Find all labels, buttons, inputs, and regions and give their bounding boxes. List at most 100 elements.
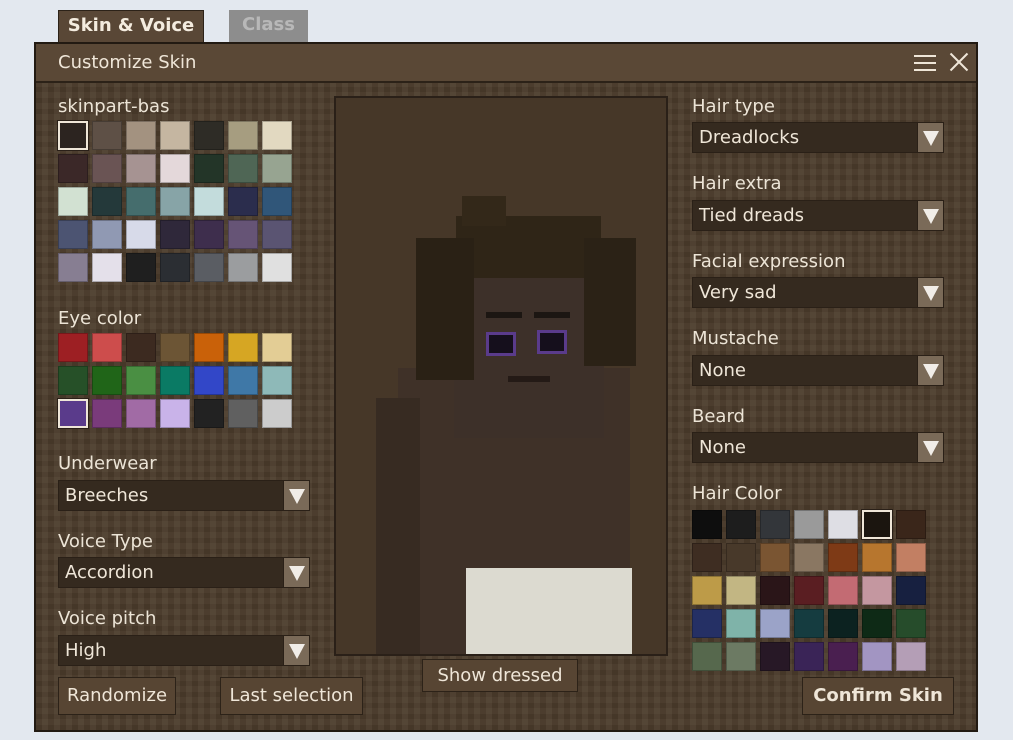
- hair-color-swatch[interactable]: [692, 576, 722, 605]
- eye-color-swatch[interactable]: [228, 399, 258, 428]
- hair-color-swatch[interactable]: [726, 642, 756, 671]
- skin-color-swatch[interactable]: [228, 220, 258, 249]
- eye-color-swatch[interactable]: [126, 333, 156, 362]
- confirm-skin-button[interactable]: Confirm Skin: [802, 677, 954, 715]
- hair-color-swatch[interactable]: [726, 576, 756, 605]
- eye-color-swatch[interactable]: [92, 333, 122, 362]
- beard-dropdown[interactable]: None: [692, 432, 944, 463]
- skin-color-swatch[interactable]: [126, 220, 156, 249]
- hair-color-swatch[interactable]: [828, 543, 858, 572]
- voice-type-dropdown[interactable]: Accordion: [58, 557, 310, 588]
- eye-color-swatch[interactable]: [228, 366, 258, 395]
- chevron-down-icon[interactable]: [917, 278, 943, 307]
- skin-color-swatch[interactable]: [228, 187, 258, 216]
- hair-color-swatch[interactable]: [760, 510, 790, 539]
- skin-color-swatch[interactable]: [262, 220, 292, 249]
- hair-color-swatch[interactable]: [828, 510, 858, 539]
- skin-color-swatch[interactable]: [160, 253, 190, 282]
- hair-color-swatch[interactable]: [828, 609, 858, 638]
- skin-color-swatch[interactable]: [262, 154, 292, 183]
- hair-color-swatch[interactable]: [896, 609, 926, 638]
- hair-color-swatch[interactable]: [794, 642, 824, 671]
- chevron-down-icon[interactable]: [283, 481, 309, 510]
- hair-type-dropdown[interactable]: Dreadlocks: [692, 122, 944, 153]
- eye-color-swatch[interactable]: [228, 333, 258, 362]
- hair-color-swatch[interactable]: [828, 642, 858, 671]
- hair-color-swatch[interactable]: [760, 576, 790, 605]
- hair-color-swatch[interactable]: [896, 576, 926, 605]
- chevron-down-icon[interactable]: [917, 356, 943, 385]
- skin-color-swatch[interactable]: [228, 253, 258, 282]
- skin-color-swatch[interactable]: [228, 121, 258, 150]
- hair-color-swatch[interactable]: [692, 642, 722, 671]
- last-selection-button[interactable]: Last selection: [220, 677, 363, 715]
- skin-color-swatch[interactable]: [58, 187, 88, 216]
- skin-color-swatch[interactable]: [58, 154, 88, 183]
- hair-color-swatch[interactable]: [726, 510, 756, 539]
- eye-color-swatch[interactable]: [194, 366, 224, 395]
- skin-color-swatch[interactable]: [92, 154, 122, 183]
- skin-color-swatch[interactable]: [58, 253, 88, 282]
- skin-color-swatch[interactable]: [126, 121, 156, 150]
- skin-color-swatch[interactable]: [194, 187, 224, 216]
- eye-color-swatch[interactable]: [57, 398, 89, 429]
- hair-extra-dropdown[interactable]: Tied dreads: [692, 200, 944, 231]
- hair-color-swatch[interactable]: [760, 642, 790, 671]
- skin-color-swatch[interactable]: [194, 154, 224, 183]
- eye-color-swatch[interactable]: [194, 333, 224, 362]
- hamburger-menu-icon[interactable]: [914, 52, 936, 72]
- skin-color-swatch[interactable]: [92, 220, 122, 249]
- chevron-down-icon[interactable]: [917, 123, 943, 152]
- hair-color-swatch[interactable]: [896, 510, 926, 539]
- tab-skin-and-voice[interactable]: Skin & Voice: [58, 10, 204, 42]
- eye-color-swatch[interactable]: [126, 366, 156, 395]
- hair-color-swatch[interactable]: [828, 576, 858, 605]
- show-dressed-button[interactable]: Show dressed: [422, 659, 578, 692]
- randomize-button[interactable]: Randomize: [58, 677, 176, 715]
- skin-color-swatch[interactable]: [262, 253, 292, 282]
- hair-color-swatch[interactable]: [760, 609, 790, 638]
- eye-color-swatch[interactable]: [92, 399, 122, 428]
- hair-color-swatch[interactable]: [726, 609, 756, 638]
- hair-color-swatch[interactable]: [794, 510, 824, 539]
- eye-color-swatch[interactable]: [262, 333, 292, 362]
- hair-color-swatch[interactable]: [692, 543, 722, 572]
- eye-color-swatch[interactable]: [92, 366, 122, 395]
- hair-color-swatch[interactable]: [794, 543, 824, 572]
- skin-color-swatch[interactable]: [160, 220, 190, 249]
- hair-color-swatch[interactable]: [896, 642, 926, 671]
- close-icon[interactable]: [946, 49, 972, 75]
- facial-expression-dropdown[interactable]: Very sad: [692, 277, 944, 308]
- hair-color-swatch[interactable]: [692, 609, 722, 638]
- hair-color-swatch[interactable]: [896, 543, 926, 572]
- hair-color-swatch[interactable]: [794, 576, 824, 605]
- voice-pitch-dropdown[interactable]: High: [58, 635, 310, 666]
- hair-color-swatch[interactable]: [760, 543, 790, 572]
- eye-color-swatch[interactable]: [262, 399, 292, 428]
- eye-color-swatch[interactable]: [126, 399, 156, 428]
- hair-color-swatch[interactable]: [862, 576, 892, 605]
- skin-color-swatch[interactable]: [160, 154, 190, 183]
- skin-color-swatch[interactable]: [92, 253, 122, 282]
- hair-color-swatch[interactable]: [794, 609, 824, 638]
- skin-color-swatch[interactable]: [92, 121, 122, 150]
- skin-color-swatch[interactable]: [126, 187, 156, 216]
- skin-color-swatch[interactable]: [262, 187, 292, 216]
- hair-color-swatch[interactable]: [862, 642, 892, 671]
- eye-color-swatch[interactable]: [194, 399, 224, 428]
- eye-color-swatch[interactable]: [262, 366, 292, 395]
- tab-class[interactable]: Class: [229, 10, 308, 42]
- skin-color-swatch[interactable]: [160, 187, 190, 216]
- eye-color-swatch[interactable]: [160, 399, 190, 428]
- eye-color-swatch[interactable]: [58, 333, 88, 362]
- skin-color-swatch[interactable]: [160, 121, 190, 150]
- underwear-dropdown[interactable]: Breeches: [58, 480, 310, 511]
- hair-color-swatch[interactable]: [861, 509, 893, 540]
- hair-color-swatch[interactable]: [862, 543, 892, 572]
- eye-color-swatch[interactable]: [58, 366, 88, 395]
- skin-color-swatch[interactable]: [228, 154, 258, 183]
- skin-color-swatch[interactable]: [92, 187, 122, 216]
- skin-color-swatch[interactable]: [194, 121, 224, 150]
- hair-color-swatch[interactable]: [726, 543, 756, 572]
- eye-color-swatch[interactable]: [160, 333, 190, 362]
